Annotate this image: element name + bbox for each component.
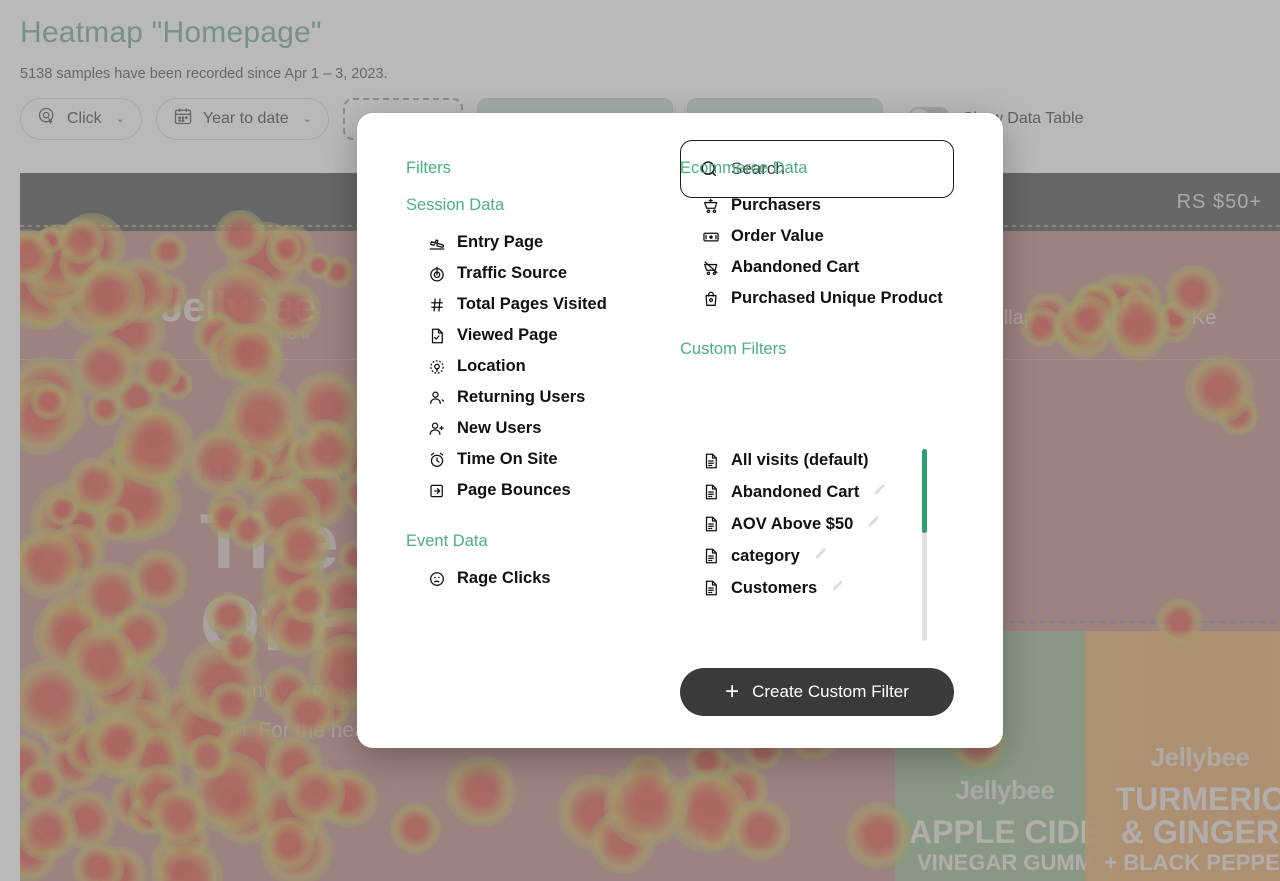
file-check-icon (428, 327, 446, 345)
filter-item-label: Abandoned Cart (731, 482, 860, 501)
filter-item-label: Purchasers (731, 196, 821, 214)
radar-icon (428, 265, 446, 283)
filter-item-label: Time On Site (457, 450, 558, 468)
filter-item-label: Total Pages Visited (457, 295, 607, 313)
user-icon (428, 389, 446, 407)
filter-item-page-bounces[interactable]: Page Bounces (406, 475, 676, 506)
location-pin-icon (428, 358, 446, 376)
filter-item-viewed-page[interactable]: Viewed Page (406, 320, 676, 351)
filter-item-aov-above-50[interactable]: AOV Above $50 (680, 508, 960, 540)
edit-pencil-icon[interactable] (870, 482, 887, 502)
plus-icon: + (725, 678, 740, 705)
filter-item-purchasers[interactable]: Purchasers (680, 190, 960, 221)
filter-item-customers[interactable]: Customers (680, 572, 960, 604)
filter-item-label: Traffic Source (457, 264, 568, 282)
filter-item-label: Purchased Unique Product (731, 289, 943, 307)
filter-item-label: Abandoned Cart (731, 258, 860, 276)
filter-item-label: Entry Page (457, 233, 544, 251)
document-icon (702, 452, 720, 470)
edit-pencil-icon[interactable] (811, 546, 828, 566)
filter-item-label: category (731, 546, 800, 565)
document-icon (702, 515, 720, 533)
app-root: Heatmap "Homepage" 5138 samples have bee… (0, 0, 1280, 881)
shopping-bag-icon (702, 290, 720, 308)
section-title-custom-filters: Custom Filters (680, 340, 787, 358)
cart-crossed-icon (702, 259, 720, 277)
section-title-session-data: Session Data (406, 196, 505, 214)
filter-item-label: Location (457, 357, 526, 375)
filter-item-label: Page Bounces (457, 481, 571, 499)
document-icon (702, 579, 720, 597)
edit-pencil-icon[interactable] (828, 578, 845, 598)
filter-item-category[interactable]: category (680, 540, 960, 572)
filter-item-label: New Users (457, 419, 542, 437)
filter-item-label: Returning Users (457, 388, 586, 406)
filter-item-new-users[interactable]: New Users (406, 413, 676, 444)
section-title-ecommerce-data: Ecommerce Data (680, 159, 808, 177)
filter-item-location[interactable]: Location (406, 351, 676, 382)
custom-filters-list[interactable]: All visits (default) Abandoned Cart AOV Ab… (680, 445, 960, 641)
modal-left-column: Filters Session Data Entry Page Traffic So… (406, 159, 676, 594)
filter-item-returning-users[interactable]: Returning Users (406, 382, 676, 413)
filter-item-abandoned-cart[interactable]: Abandoned Cart (680, 476, 960, 508)
modal-right-column: Ecommerce Data Purchasers Order Value Aband… (680, 159, 960, 371)
document-icon (702, 483, 720, 501)
filter-item-entry-page[interactable]: Entry Page (406, 227, 676, 258)
filter-item-label: Rage Clicks (457, 569, 551, 587)
filter-item-label: Customers (731, 578, 818, 597)
document-icon (702, 547, 720, 565)
frowning-face-icon (428, 570, 446, 588)
filters-modal: Filters Session Data Entry Page Traffic So… (357, 113, 1003, 748)
create-custom-filter-button[interactable]: + Create Custom Filter (680, 668, 954, 716)
cart-plus-icon (702, 197, 720, 215)
filter-item-label: AOV Above $50 (731, 514, 854, 533)
modal-heading: Filters (406, 159, 451, 177)
filter-item-label: Order Value (731, 227, 824, 245)
filter-item-abandoned-cart[interactable]: Abandoned Cart (680, 252, 960, 283)
section-title-event-data: Event Data (406, 532, 488, 550)
filter-item-purchased-unique-product[interactable]: Purchased Unique Product (680, 283, 960, 314)
create-custom-filter-label: Create Custom Filter (752, 682, 909, 701)
alarm-clock-icon (428, 451, 446, 469)
banknote-icon (702, 228, 720, 246)
hash-icon (428, 296, 446, 314)
filter-item-all-visits-default[interactable]: All visits (default) (680, 445, 960, 476)
filter-item-traffic-source[interactable]: Traffic Source (406, 258, 676, 289)
filter-item-label: All visits (default) (731, 451, 869, 469)
filter-item-order-value[interactable]: Order Value (680, 221, 960, 252)
scrollbar-thumb[interactable] (922, 449, 927, 533)
exit-arrow-icon (428, 482, 446, 500)
filter-item-rage-clicks[interactable]: Rage Clicks (406, 563, 676, 594)
custom-filters-scrollbar[interactable] (922, 449, 927, 641)
filter-item-time-on-site[interactable]: Time On Site (406, 444, 676, 475)
user-plus-icon (428, 420, 446, 438)
edit-pencil-icon[interactable] (864, 514, 881, 534)
filter-item-label: Viewed Page (457, 326, 558, 344)
filter-item-total-pages-visited[interactable]: Total Pages Visited (406, 289, 676, 320)
plane-landing-icon (428, 234, 446, 252)
